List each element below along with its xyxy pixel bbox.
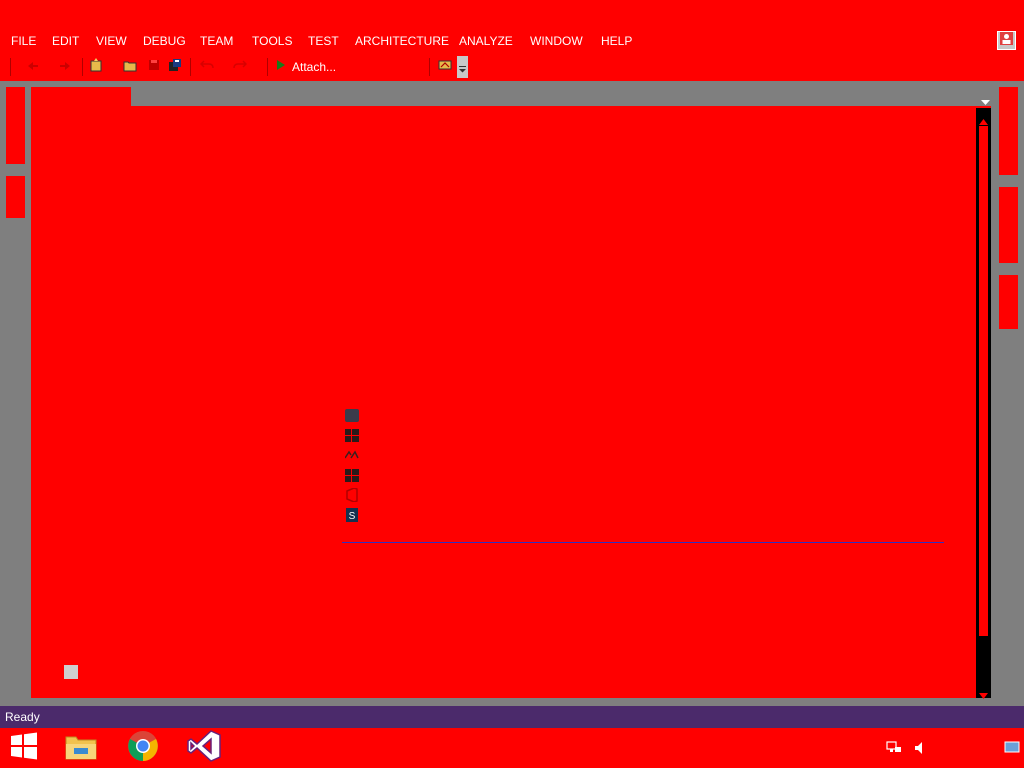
toolbar-separator xyxy=(190,58,191,76)
undo-button[interactable] xyxy=(198,58,216,76)
checkbox[interactable] xyxy=(64,665,78,679)
document-tab-strip xyxy=(131,87,996,106)
azure-icon[interactable] xyxy=(344,448,360,462)
save-icon xyxy=(148,58,160,76)
back-icon xyxy=(27,58,39,76)
svg-text:S: S xyxy=(349,511,356,522)
toolbar-overflow-button[interactable] xyxy=(457,56,468,78)
back-button[interactable] xyxy=(24,58,42,76)
office-icon[interactable] xyxy=(344,488,360,502)
start-button[interactable] xyxy=(0,728,48,768)
content-divider xyxy=(342,542,944,543)
start-page-document xyxy=(31,87,991,698)
sharepoint-icon[interactable]: S xyxy=(344,508,360,522)
windows-icon[interactable] xyxy=(344,428,360,442)
windows-taskbar xyxy=(0,728,1024,768)
windows-icon[interactable] xyxy=(344,468,360,482)
show-desktop-icon xyxy=(1004,741,1020,758)
right-dock-tab[interactable] xyxy=(999,275,1018,329)
menu-edit[interactable]: EDIT xyxy=(52,34,79,48)
save-all-icon xyxy=(168,58,182,77)
menu-file[interactable]: FILE xyxy=(11,34,36,48)
save-button[interactable] xyxy=(145,58,163,76)
toolbar-extra-button[interactable] xyxy=(436,58,454,76)
menu-view[interactable]: VIEW xyxy=(96,34,127,48)
account-button[interactable] xyxy=(997,31,1016,50)
standard-toolbar: Attach... xyxy=(8,55,468,79)
windows-start-icon xyxy=(10,732,38,765)
redo-icon xyxy=(233,58,248,76)
menu-debug[interactable]: DEBUG xyxy=(143,34,186,48)
right-dock-tab[interactable] xyxy=(999,187,1018,263)
toolbar-separator xyxy=(267,58,268,76)
volume-tray-button[interactable] xyxy=(913,740,929,756)
new-project-icon xyxy=(89,57,103,77)
menu-test[interactable]: TEST xyxy=(308,34,339,48)
taskbar-file-explorer[interactable] xyxy=(57,728,105,768)
toolbar-separator xyxy=(82,58,83,76)
open-file-button[interactable] xyxy=(121,58,139,76)
taskbar-visual-studio[interactable] xyxy=(180,728,228,768)
tab-start-page[interactable] xyxy=(31,87,131,106)
menu-window[interactable]: WINDOW xyxy=(530,34,583,48)
vertical-scrollbar[interactable] xyxy=(976,108,991,699)
menu-analyze[interactable]: ANALYZE xyxy=(459,34,513,48)
status-text: Ready xyxy=(5,710,40,724)
open-file-icon xyxy=(123,58,137,77)
chrome-icon xyxy=(127,730,159,767)
menu-help[interactable]: HELP xyxy=(601,34,632,48)
menu-tools[interactable]: TOOLS xyxy=(252,34,292,48)
network-icon xyxy=(886,741,902,760)
menu-bar: FILE EDIT VIEW DEBUG TEAM TOOLS TEST ARC… xyxy=(0,28,1024,54)
visual-studio-icon xyxy=(187,729,221,767)
right-dock-tab[interactable] xyxy=(999,87,1018,175)
dark-square-icon[interactable] xyxy=(344,408,360,422)
dock-divider-bottom xyxy=(31,698,991,706)
toolbar-grip xyxy=(10,58,11,76)
redo-button[interactable] xyxy=(231,58,249,76)
user-icon xyxy=(1000,31,1013,50)
scroll-down-arrow-icon[interactable] xyxy=(979,686,988,704)
status-bar: Ready xyxy=(0,706,1024,728)
taskbar-chrome[interactable] xyxy=(119,728,167,768)
menu-architecture[interactable]: ARCHITECTURE xyxy=(355,34,449,48)
toolbar-extra-icon xyxy=(438,58,452,76)
network-tray-button[interactable] xyxy=(886,740,902,756)
volume-icon xyxy=(913,742,929,760)
attach-button[interactable]: Attach... xyxy=(276,56,434,78)
menu-team[interactable]: TEAM xyxy=(200,34,233,48)
undo-icon xyxy=(199,58,214,76)
attach-label: Attach... xyxy=(292,60,337,74)
forward-icon xyxy=(59,58,71,76)
new-project-button[interactable] xyxy=(87,57,105,77)
left-dock-tab[interactable] xyxy=(6,87,25,164)
scroll-thumb[interactable] xyxy=(979,126,988,636)
toolbar-separator xyxy=(429,58,430,76)
save-all-button[interactable] xyxy=(166,58,184,76)
show-desktop-button[interactable] xyxy=(1004,740,1020,756)
start-icon xyxy=(276,58,286,76)
file-explorer-icon xyxy=(64,731,98,766)
right-dock-panel xyxy=(991,87,1024,706)
chevron-down-icon xyxy=(459,60,466,78)
left-dock-tab[interactable] xyxy=(6,176,25,218)
forward-button[interactable] xyxy=(56,58,74,76)
